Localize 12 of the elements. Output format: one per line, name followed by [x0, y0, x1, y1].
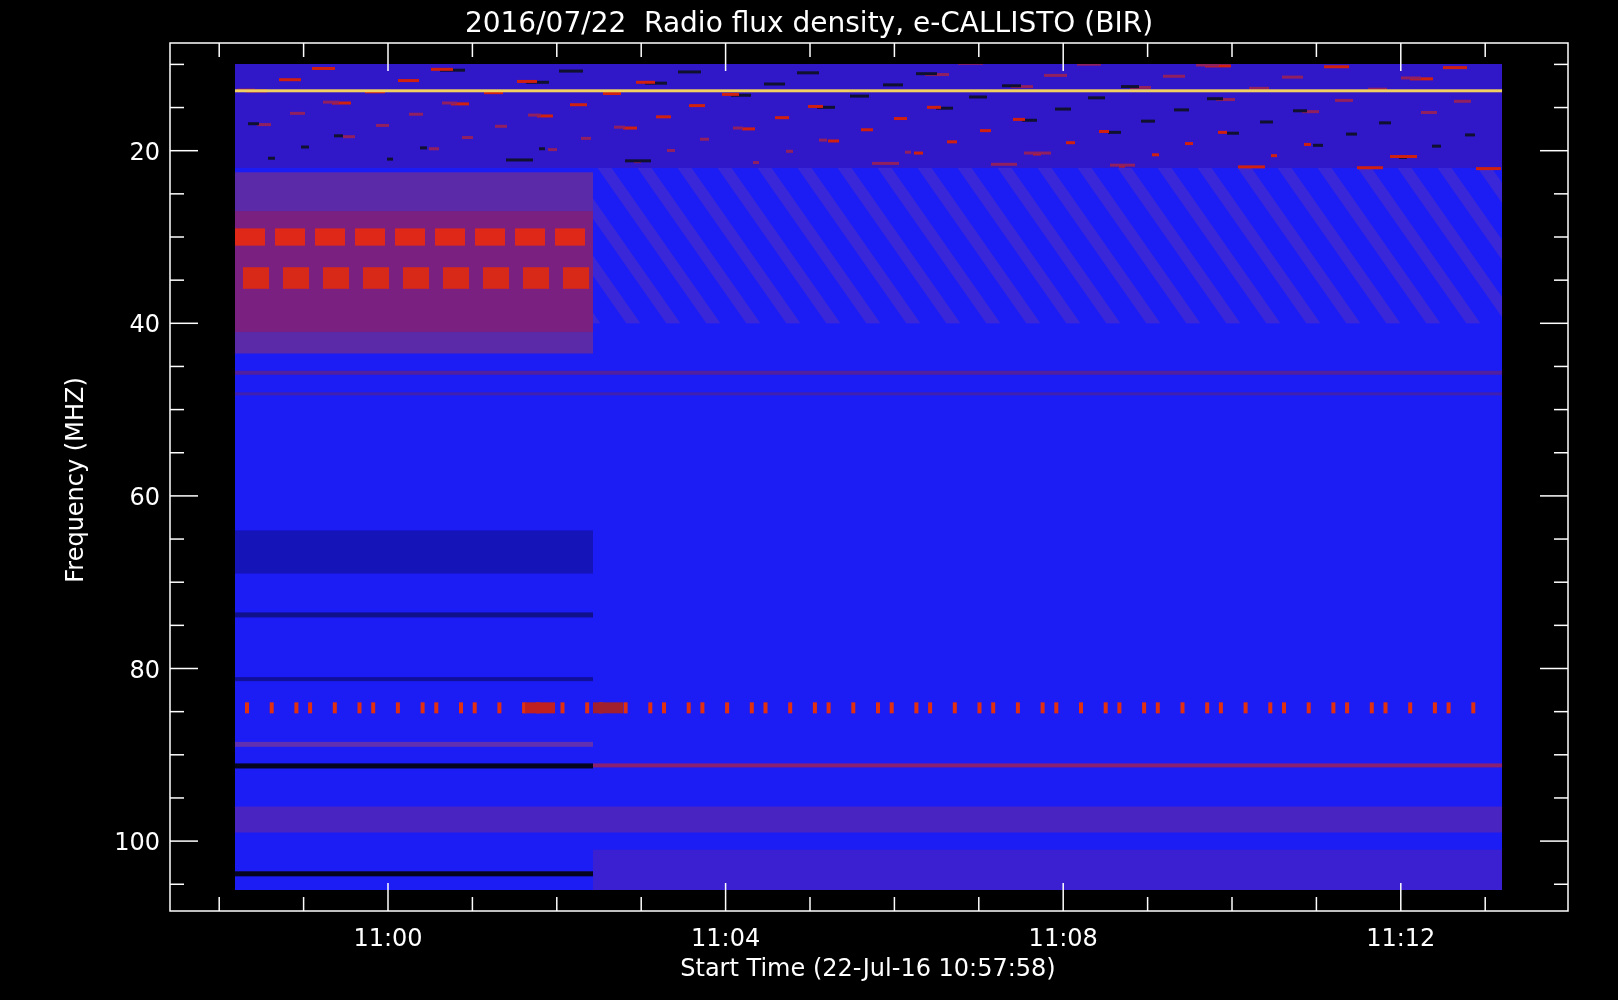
y-tick-label: 60	[129, 482, 160, 511]
x-tick-label: 11:08	[1028, 924, 1098, 952]
x-tick-label: 11:12	[1366, 924, 1436, 952]
y-tick-label: 80	[129, 655, 160, 684]
y-tick-label: 40	[129, 310, 160, 339]
chart-title: 2016/07/22 Radio flux density, e-CALLISTO (BIR)	[464, 6, 1154, 39]
y-tick-label: 20	[129, 137, 160, 166]
y-axis-label: Frequency (MHZ)	[61, 377, 89, 583]
x-tick-label: 11:04	[691, 924, 761, 952]
x-tick-label: 11:00	[353, 924, 423, 952]
x-axis-label: Start Time (22-Jul-16 10:57:58)	[680, 954, 1056, 982]
y-tick-label: 100	[114, 828, 160, 857]
